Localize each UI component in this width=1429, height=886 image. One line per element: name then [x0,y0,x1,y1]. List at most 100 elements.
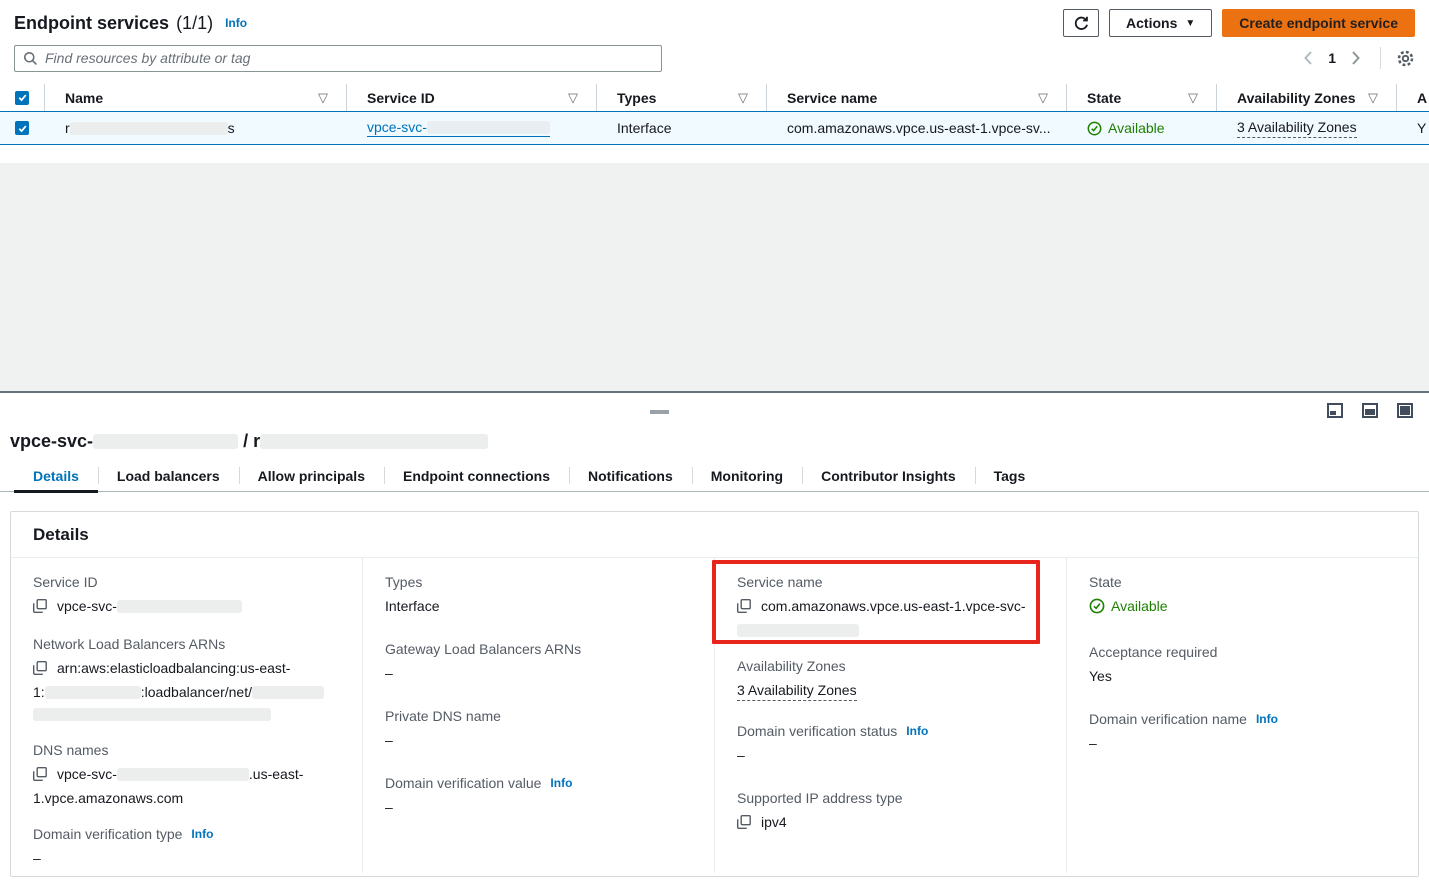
table-settings-gear-icon[interactable] [1396,49,1415,68]
panel-size-small-icon[interactable] [1327,403,1343,418]
tab-contributor-insights[interactable]: Contributor Insights [802,461,975,491]
redacted-title-id [93,434,238,449]
service-name-value: com.amazonaws.vpce.us-east-1.vpce-svc- [761,598,1026,614]
page-info-link[interactable]: Info [225,16,247,30]
sort-filter-icon[interactable]: ▽ [1038,90,1048,106]
split-panel-drag-handle[interactable] [650,407,669,414]
row-cell-availability-zones: 3 Availability Zones [1217,112,1397,144]
state-text: Available [1111,595,1168,617]
redacted-lb-name [252,686,324,699]
availability-zones-popover-trigger[interactable]: 3 Availability Zones [737,682,857,701]
details-column-1: Service ID vpce-svc- Network Load Balanc… [11,558,363,873]
service-id-label: Service ID [33,574,98,590]
sort-filter-icon[interactable]: ▽ [1188,90,1198,106]
field-availability-zones: Availability Zones 3 Availability Zones [737,658,1044,701]
copy-icon[interactable] [33,600,47,616]
dns-names-label: DNS names [33,742,108,758]
table-row[interactable]: rs vpce-svc- Interface com.amazonaws.vpc… [0,111,1429,145]
search-box[interactable] [14,45,662,72]
row-checkbox[interactable] [15,121,29,135]
select-all-checkbox[interactable] [15,91,29,105]
field-domain-verification-status: Domain verification status Info – [737,723,1044,766]
availability-zones-label: Availability Zones [737,658,846,674]
copy-icon[interactable] [737,600,751,616]
availability-zones-popover-trigger[interactable]: 3 Availability Zones [1237,119,1357,138]
state-value: Available [1089,595,1168,617]
endpoint-services-page: Endpoint services (1/1) Info Actions ▼ C… [0,0,1429,886]
row-name-suffix: s [228,120,235,136]
sort-filter-icon[interactable]: ▽ [1368,90,1378,106]
create-endpoint-service-button[interactable]: Create endpoint service [1222,9,1415,37]
domain-verification-status-info-link[interactable]: Info [906,724,928,738]
select-all-cell [0,84,45,111]
row-cell-service-id: vpce-svc- [347,112,597,144]
column-header-name[interactable]: Name ▽ [45,84,347,111]
service-id-link[interactable]: vpce-svc- [367,119,550,137]
column-header-types[interactable]: Types ▽ [597,84,767,111]
supported-ip-value: ipv4 [761,814,787,830]
column-header-service-id[interactable]: Service ID ▽ [347,84,597,111]
next-page-icon[interactable] [1351,50,1361,66]
refresh-button[interactable] [1063,9,1099,37]
tab-endpoint-connections[interactable]: Endpoint connections [384,461,569,491]
field-service-name: Service name com.amazonaws.vpce.us-east-… [737,574,1044,641]
domain-verification-status-label: Domain verification status [737,723,897,739]
column-header-service-name[interactable]: Service name ▽ [767,84,1067,111]
redacted-service-name-suffix [737,624,859,637]
empty-value-dash: – [1089,735,1097,751]
sort-filter-icon[interactable]: ▽ [318,90,328,106]
sort-filter-icon[interactable]: ▽ [568,90,578,106]
actions-button[interactable]: Actions ▼ [1109,9,1212,37]
field-private-dns-name: Private DNS name – [385,708,692,751]
domain-verification-name-info-link[interactable]: Info [1256,712,1278,726]
redacted-service-id [427,121,550,134]
row-select-cell [0,112,45,144]
panel-title: vpce-svc- / r [10,431,488,452]
domain-verification-type-info-link[interactable]: Info [191,827,213,841]
empty-value-dash: – [33,850,41,866]
refresh-icon [1073,15,1090,32]
panel-size-large-icon[interactable] [1397,403,1413,418]
nlb-arns-label: Network Load Balancers ARNs [33,636,225,652]
row-cell-state: Available [1067,112,1217,144]
tab-tags[interactable]: Tags [975,461,1045,491]
table-toolbar: 1 [14,44,1415,72]
actions-button-label: Actions [1126,15,1177,31]
row-cell-types: Interface [597,112,767,144]
acceptance-required-value: Yes [1089,668,1112,684]
available-check-icon [1087,121,1102,136]
field-supported-ip-address-type: Supported IP address type ipv4 [737,790,1044,835]
copy-icon[interactable] [33,662,47,678]
page-header: Endpoint services (1/1) Info Actions ▼ C… [14,8,1415,38]
page-title: Endpoint services [14,13,169,34]
tab-details[interactable]: Details [14,461,98,491]
search-input[interactable] [45,50,653,66]
redacted-arn-line3 [33,708,271,721]
redacted-dns [117,768,249,781]
dns-value-line2: 1.vpce.amazonaws.com [33,790,183,806]
panel-title-id-prefix: vpce-svc- [10,431,93,452]
row-truncated-value: Y [1417,120,1426,136]
empty-value-dash: – [385,665,393,681]
field-types: Types Interface [385,574,692,617]
previous-page-icon[interactable] [1303,50,1313,66]
column-header-availability-zones[interactable]: Availability Zones ▽ [1217,84,1397,111]
dns-value-prefix: vpce-svc- [57,766,117,782]
domain-verification-value-info-link[interactable]: Info [550,776,572,790]
tab-allow-principals[interactable]: Allow principals [239,461,384,491]
tab-notifications[interactable]: Notifications [569,461,692,491]
column-header-truncated[interactable]: A [1397,84,1429,111]
dns-value-mid: .us-east- [249,766,303,782]
tab-load-balancers[interactable]: Load balancers [98,461,239,491]
current-page[interactable]: 1 [1328,50,1336,66]
panel-size-medium-icon[interactable] [1362,403,1378,418]
pager-divider [1380,47,1381,69]
header-actions: Actions ▼ Create endpoint service [1063,9,1415,37]
copy-icon[interactable] [33,768,47,784]
copy-icon[interactable] [737,816,751,832]
row-cell-truncated: Y [1397,112,1429,144]
nlb-arn-line1: arn:aws:elasticloadbalancing:us-east- [57,660,290,676]
column-header-state[interactable]: State ▽ [1067,84,1217,111]
sort-filter-icon[interactable]: ▽ [738,90,748,106]
tab-monitoring[interactable]: Monitoring [692,461,802,491]
